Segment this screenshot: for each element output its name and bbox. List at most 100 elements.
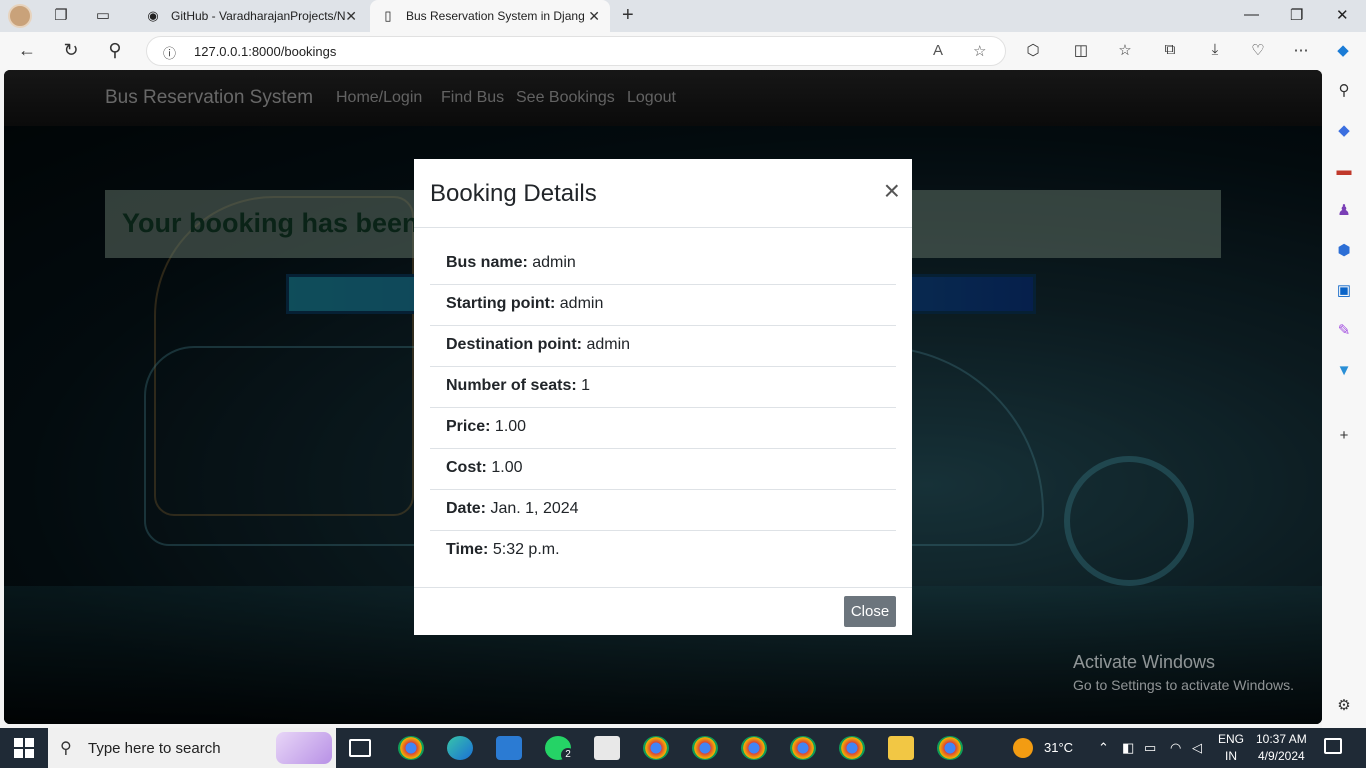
chrome-profile-icon[interactable] xyxy=(643,736,669,760)
page-icon: ▯ xyxy=(384,8,392,23)
tab-bus-reservation[interactable]: ▯ Bus Reservation System in Djang ✕ xyxy=(370,0,610,32)
language-indicator[interactable]: ENG IN xyxy=(1218,731,1244,765)
volume-icon[interactable]: ◁ xyxy=(1192,740,1202,756)
watermark-subtitle: Go to Settings to activate Windows. xyxy=(1073,677,1294,693)
edge-icon[interactable] xyxy=(447,736,473,760)
battery-icon[interactable]: ▭ xyxy=(1144,740,1156,756)
weather-temperature[interactable]: 31°C xyxy=(1044,740,1073,755)
profile-avatar[interactable] xyxy=(8,4,32,28)
detail-value: admin xyxy=(532,254,576,271)
files-icon[interactable] xyxy=(594,736,620,760)
close-tab-icon[interactable]: ✕ xyxy=(345,0,357,32)
sidebar-add-icon[interactable]: + xyxy=(1334,426,1354,446)
language-code: ENG xyxy=(1218,732,1245,746)
detail-row-bus-name: Bus name: admin xyxy=(430,244,896,285)
sidebar-search-icon[interactable]: ⚲ xyxy=(1334,81,1354,101)
close-icon[interactable]: × xyxy=(884,177,900,205)
tab-github-title: GitHub - VaradharajanProjects/N xyxy=(171,9,346,23)
taskbar-search[interactable]: ⚲ Type here to search xyxy=(48,728,336,768)
detail-value: 1 xyxy=(581,377,591,394)
sidebar-drop-icon[interactable]: ▼ xyxy=(1334,361,1354,381)
modal-body: Bus name: admin Starting point: admin De… xyxy=(430,244,896,572)
chrome-icon[interactable] xyxy=(398,736,424,760)
sidebar-tools-icon[interactable]: ▬ xyxy=(1334,161,1354,181)
weather-icon[interactable] xyxy=(1013,738,1033,758)
site-info-icon[interactable]: ⓘ xyxy=(163,43,176,62)
detail-label: Date: xyxy=(446,500,487,517)
detail-row-destination-point: Destination point: admin xyxy=(430,326,896,367)
page-viewport: Bus Reservation System Home/Login Find B… xyxy=(4,70,1322,724)
collections-icon[interactable]: ⧉ xyxy=(1160,41,1180,58)
vscode-icon[interactable] xyxy=(496,736,522,760)
close-button[interactable]: Close xyxy=(844,596,896,627)
detail-value: 5:32 p.m. xyxy=(492,541,560,558)
notification-icon[interactable] xyxy=(1324,738,1342,754)
detail-label: Destination point: xyxy=(446,336,582,353)
detail-value: admin xyxy=(559,295,604,312)
windows-start-icon[interactable] xyxy=(14,738,34,758)
detail-label: Number of seats: xyxy=(446,377,577,394)
sidebar-microsoft365-icon[interactable]: ⬢ xyxy=(1334,241,1354,261)
taskbar-clock[interactable]: 10:37 AM 4/9/2024 xyxy=(1256,731,1307,765)
file-explorer-icon[interactable] xyxy=(888,736,914,760)
detail-value: 1.00 xyxy=(494,418,527,435)
detail-row-cost: Cost: 1.00 xyxy=(430,449,896,490)
performance-icon[interactable]: ♡ xyxy=(1248,41,1268,59)
detail-row-seats: Number of seats: 1 xyxy=(430,367,896,408)
browser-tab-strip: ❐ ▭ ◉ GitHub - VaradharajanProjects/N ✕ … xyxy=(0,0,1366,32)
more-options-icon[interactable]: ⋯ xyxy=(1291,41,1311,59)
sidebar-shopping-icon[interactable]: ◆ xyxy=(1334,121,1354,141)
back-icon[interactable]: ← xyxy=(16,40,38,61)
chrome-profile-icon[interactable] xyxy=(839,736,865,760)
close-tab-icon[interactable]: ✕ xyxy=(588,0,600,32)
modal-title: Booking Details xyxy=(430,180,597,207)
sidebar-outlook-icon[interactable]: ▣ xyxy=(1334,281,1354,301)
refresh-icon[interactable]: ↻ xyxy=(60,40,82,61)
workspaces-icon[interactable]: ❐ xyxy=(52,7,70,25)
booking-details-modal: Booking Details × Bus name: admin Starti… xyxy=(414,159,912,635)
detail-row-starting-point: Starting point: admin xyxy=(430,285,896,326)
edge-sidebar: ⚲ ◆ ▬ ♟ ⬢ ▣ ✎ ▼ + ⚙ xyxy=(1322,70,1366,730)
restore-icon[interactable]: ❐ xyxy=(1290,6,1303,24)
search-icon[interactable]: ⚲ xyxy=(104,40,126,61)
wifi-icon[interactable]: ◠ xyxy=(1170,740,1181,756)
split-screen-icon[interactable]: ◫ xyxy=(1071,41,1091,59)
tab-github[interactable]: ◉ GitHub - VaradharajanProjects/N ✕ xyxy=(135,0,367,32)
tab-bus-reservation-title: Bus Reservation System in Djang xyxy=(406,9,585,23)
favorites-icon[interactable]: ☆ xyxy=(1115,41,1135,59)
copilot-icon[interactable]: ◆ xyxy=(1333,41,1353,59)
network-status-icon[interactable]: ◧ xyxy=(1122,740,1134,756)
chrome-profile-icon[interactable] xyxy=(790,736,816,760)
windows-taskbar: ⚲ Type here to search 2 31°C ⌃ ◧ ▭ ◠ ◁ E… xyxy=(0,728,1366,768)
chrome-profile-icon[interactable] xyxy=(741,736,767,760)
favorite-star-icon[interactable]: ☆ xyxy=(973,42,986,60)
task-view-icon[interactable] xyxy=(349,739,371,757)
detail-row-price: Price: 1.00 xyxy=(430,408,896,449)
whatsapp-icon[interactable]: 2 xyxy=(545,736,575,762)
chrome-profile-icon[interactable] xyxy=(692,736,718,760)
minimize-icon[interactable]: — xyxy=(1244,6,1259,23)
close-window-icon[interactable]: ✕ xyxy=(1336,6,1349,24)
downloads-icon[interactable]: ⤓ xyxy=(1205,41,1225,58)
sidebar-designer-icon[interactable]: ✎ xyxy=(1334,321,1354,341)
detail-label: Time: xyxy=(446,541,489,558)
modal-footer: Close xyxy=(414,587,912,635)
sidebar-games-icon[interactable]: ♟ xyxy=(1334,201,1354,221)
sidebar-settings-icon[interactable]: ⚙ xyxy=(1334,696,1354,716)
detail-value: Jan. 1, 2024 xyxy=(490,500,579,517)
search-highlight-image xyxy=(276,732,332,764)
region-code: IN xyxy=(1225,749,1237,763)
detail-row-date: Date: Jan. 1, 2024 xyxy=(430,490,896,531)
url-field[interactable]: ⓘ 127.0.0.1:8000/bookings A ☆ xyxy=(146,36,1006,66)
watermark-title: Activate Windows xyxy=(1073,652,1216,672)
chevron-up-icon[interactable]: ⌃ xyxy=(1098,740,1109,756)
detail-label: Price: xyxy=(446,418,491,435)
detail-value: admin xyxy=(586,336,631,353)
read-aloud-icon[interactable]: A xyxy=(933,42,943,59)
taskbar-search-placeholder: Type here to search xyxy=(88,740,221,757)
tab-actions-icon[interactable]: ▭ xyxy=(94,7,112,25)
new-tab-icon[interactable]: + xyxy=(622,4,634,27)
chrome-active-icon[interactable] xyxy=(937,736,963,760)
extensions-icon[interactable]: ⬡ xyxy=(1023,41,1043,59)
clock-date: 4/9/2024 xyxy=(1257,749,1305,763)
